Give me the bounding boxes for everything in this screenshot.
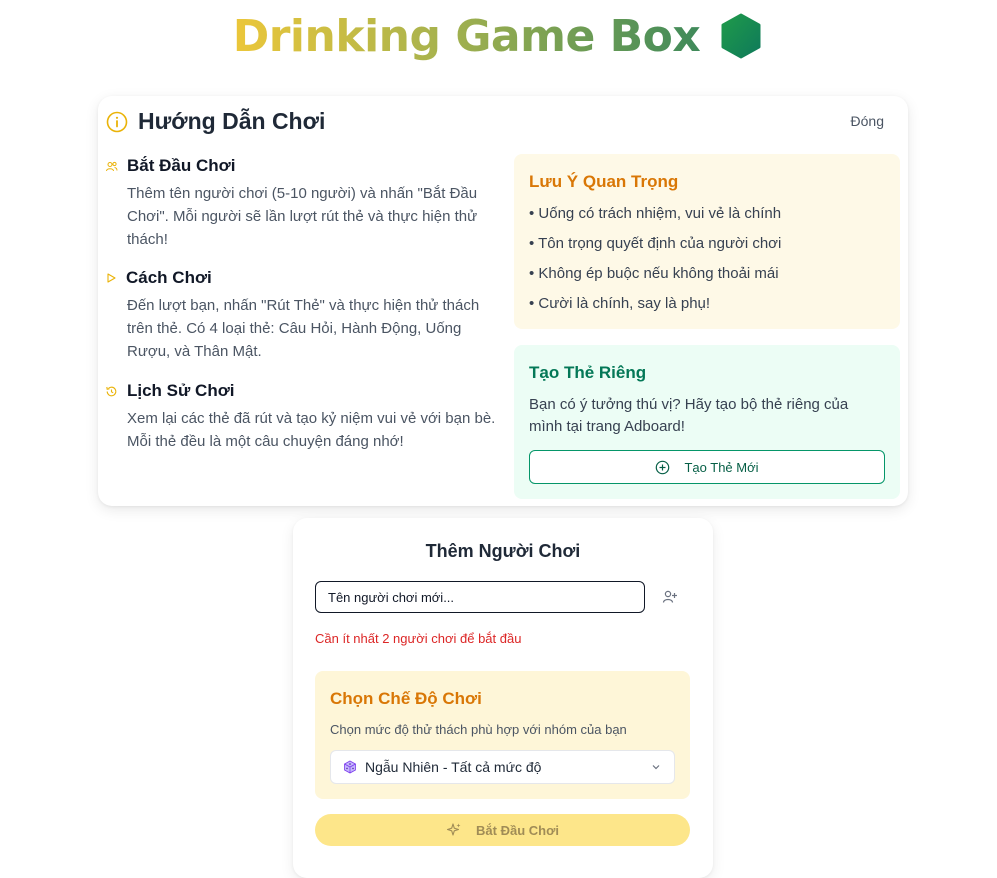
- step-title: Bắt Đầu Chơi: [127, 156, 236, 175]
- note-item: • Cười là chính, say là phụ!: [529, 295, 711, 312]
- game-mode-title: Chọn Chế Độ Chơi: [330, 689, 482, 708]
- game-mode-description: Chọn mức độ thử thách phù hợp với nhóm c…: [330, 722, 627, 737]
- step-description: Đến lượt bạn, nhấn "Rút Thẻ" và thực hiệ…: [127, 297, 480, 360]
- note-item: • Tôn trọng quyết định của người chơi: [529, 235, 782, 252]
- guide-header: Hướng Dẫn Chơi: [106, 108, 325, 135]
- add-players-panel: Thêm Người Chơi Cần ít nhất 2 người chơi…: [293, 518, 713, 878]
- add-players-title: Thêm Người Chơi: [425, 541, 581, 561]
- start-game-button[interactable]: Bắt Đầu Chơi: [315, 814, 690, 846]
- note-item: • Không ép buộc nếu không thoải mái: [529, 265, 779, 282]
- plus-circle-icon: [656, 460, 670, 474]
- game-mode-box: Chọn Chế Độ Chơi Chọn mức độ thử thách p…: [315, 671, 690, 799]
- close-guide-button[interactable]: Đóng: [851, 113, 884, 129]
- step-title: Cách Chơi: [126, 268, 212, 287]
- notes-title: Lưu Ý Quan Trọng: [529, 172, 679, 191]
- history-icon: [106, 386, 117, 396]
- important-notes-box: Lưu Ý Quan Trọng • Uống có trách nhiệm, …: [514, 154, 900, 329]
- play-icon: [107, 273, 116, 283]
- start-game-label: Bắt Đầu Chơi: [476, 822, 559, 838]
- users-icon: [106, 161, 118, 171]
- chevron-down-icon: [652, 765, 660, 770]
- guide-title: Hướng Dẫn Chơi: [138, 108, 326, 134]
- note-item: • Uống có trách nhiệm, vui vẻ là chính: [529, 205, 782, 222]
- user-plus-icon: [662, 590, 677, 603]
- player-name-input[interactable]: [315, 581, 645, 613]
- step-description: Thêm tên người chơi (5-10 người) và nhấn…: [127, 185, 478, 248]
- guide-step-start: Bắt Đầu Chơi Thêm tên người chơi (5-10 n…: [105, 156, 497, 251]
- custom-cards-description: Bạn có ý tưởng thú vị? Hãy tạo bộ thẻ ri…: [529, 396, 849, 435]
- create-card-label: Tạo Thẻ Mới: [684, 459, 759, 475]
- custom-cards-box: Tạo Thẻ Riêng Bạn có ý tưởng thú vị? Hãy…: [514, 345, 900, 499]
- guide-step-history: Lịch Sử Chơi Xem lại các thẻ đã rút và t…: [105, 381, 497, 453]
- custom-cards-title: Tạo Thẻ Riêng: [529, 363, 647, 382]
- guide-panel: Hướng Dẫn Chơi Đóng Bắt Đầu Chơi Thêm tê…: [98, 96, 908, 506]
- step-description: Xem lại các thẻ đã rút và tạo kỷ niệm vu…: [127, 410, 496, 450]
- game-mode-select[interactable]: Ngẫu Nhiên - Tất cả mức độ: [330, 750, 675, 784]
- game-mode-selected: Ngẫu Nhiên - Tất cả mức độ: [365, 759, 542, 775]
- app-header: Drinking Game Box: [0, 8, 997, 64]
- app-title: Drinking Game Box: [232, 10, 701, 62]
- guide-step-howto: Cách Chơi Đến lượt bạn, nhấn "Rút Thẻ" v…: [105, 268, 497, 363]
- step-title: Lịch Sử Chơi: [127, 381, 235, 400]
- notes-list: • Uống có trách nhiệm, vui vẻ là chính •…: [529, 204, 781, 324]
- add-player-button[interactable]: [653, 580, 687, 614]
- info-icon: [106, 111, 128, 132]
- sparkles-icon: [446, 823, 461, 836]
- create-card-button[interactable]: Tạo Thẻ Mới: [529, 450, 885, 484]
- dice-icon: [344, 760, 356, 774]
- hexagon-logo-icon: [721, 13, 761, 59]
- min-players-error: Cần ít nhất 2 người chơi để bắt đầu: [315, 631, 522, 646]
